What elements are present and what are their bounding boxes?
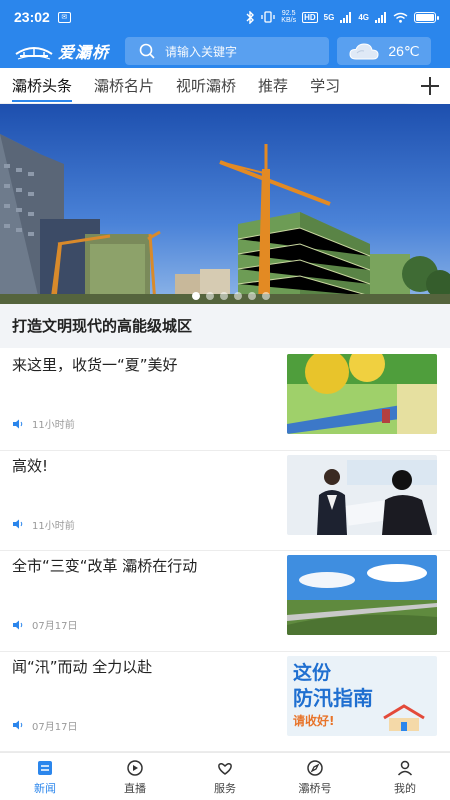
cloud-icon [349,43,379,60]
news-thumbnail [287,555,437,635]
signal-4g-label: 4G [358,12,369,22]
nav-label: 新闻 [34,781,56,795]
news-item[interactable]: 高效! 11小时前 [0,451,450,551]
network-speed: 92.5 KB/s [281,10,296,24]
vibrate-icon [261,11,275,23]
speaker-icon[interactable] [12,519,24,529]
status-icons: 92.5 KB/s HD 5G 4G [245,10,439,24]
news-meta: 11小时前 [12,416,75,431]
tab-bqtt[interactable]: 灞桥头条 [12,68,73,104]
signal-icon-2 [375,11,386,23]
tab-bqmp[interactable]: 灞桥名片 [94,68,154,104]
tab-study[interactable]: 学习 [310,68,340,104]
carousel-dot[interactable] [234,292,242,300]
status-time: 23:02 [14,9,50,25]
carousel-dot[interactable] [192,292,200,300]
nav-label: 我的 [394,781,416,795]
news-meta: 07月17日 [12,617,77,632]
speaker-icon[interactable] [12,419,24,429]
nav-live[interactable]: 直播 [90,753,180,800]
thumb-text-1: 这份 [293,661,332,684]
carousel-dot[interactable] [206,292,214,300]
bottom-nav: 新闻 直播 服务 灞桥号 我的 [0,752,450,800]
search-icon [139,43,155,59]
status-bar: 23:02 ✉ 92.5 KB/s HD 5G 4G [0,0,450,34]
news-time: 07月17日 [32,621,78,632]
battery-icon [414,11,439,23]
app-header: 爱灞桥 请输入关键字 26℃ [0,34,450,68]
news-meta: 07月17日 [12,718,77,733]
news-time: 11小时前 [32,420,75,431]
news-item[interactable]: 全市“三变“改革 灞桥在行动 07月17日 [0,551,450,652]
live-icon [127,759,143,776]
nav-label: 直播 [124,781,146,795]
user-icon [397,760,413,776]
speaker-icon[interactable] [12,720,24,730]
nav-label: 灞桥号 [298,781,332,795]
news-title: 高效! [12,456,49,475]
news-title: 来这里，收货一“夏”美好 [12,356,178,374]
news-thumbnail [287,354,437,434]
news-thumbnail [287,454,437,535]
network-speed-unit: KB/s [281,17,297,24]
network-speed-value: 92.5 [281,10,296,17]
banner-carousel[interactable] [0,104,450,304]
news-time: 11小时前 [32,520,75,532]
thumb-text-2: 防汛指南 [293,685,373,710]
nav-label: 服务 [214,781,236,795]
banner-caption[interactable]: 打造文明现代的高能级城区 [0,304,450,348]
wifi-icon [393,12,408,23]
news-list: 来这里，收货一“夏”美好 11小时前 高效! 11小时前 全市“三变“改革 灞桥… [0,350,450,752]
bridge-logo-icon [15,47,53,60]
hd-badge: HD [302,11,318,23]
nav-service[interactable]: 服务 [180,753,270,800]
search-input[interactable]: 请输入关键字 [125,37,330,65]
bluetooth-icon [246,10,255,24]
app-logo: 爱灞桥 [14,39,109,63]
temperature: 26℃ [388,42,420,59]
speaker-icon[interactable] [12,620,24,630]
carousel-dot[interactable] [220,292,228,300]
signal-5g-label: 5G [323,12,335,22]
nav-bqh[interactable]: 灞桥号 [270,753,360,800]
house-icon [383,703,425,731]
carousel-dot[interactable] [248,292,256,300]
plus-icon[interactable] [418,74,442,98]
news-title: 全市“三变“改革 灞桥在行动 [12,557,198,575]
news-meta: 11小时前 [12,517,75,532]
banner-image [0,104,450,304]
thumb-text-3: 请收好! [293,713,335,728]
news-thumbnail: 这份 防汛指南 请收好! [287,655,437,736]
tab-recommend[interactable]: 推荐 [258,68,288,104]
notification-icon: ✉ [57,11,71,23]
news-icon [38,760,52,775]
search-placeholder: 请输入关键字 [165,44,238,59]
signal-icon [340,11,352,23]
service-icon [218,762,232,775]
weather-widget[interactable]: 26℃ [337,37,432,65]
carousel-dots [192,292,270,300]
news-time: 07月17日 [32,721,78,733]
tab-stbq[interactable]: 视听灞桥 [176,68,236,104]
news-item[interactable]: 闻“汛”而动 全力以赴 07月17日 这份 防汛指南 请收好! [0,652,450,752]
nav-news[interactable]: 新闻 [0,753,90,800]
carousel-dot[interactable] [262,292,270,300]
compass-icon [307,759,323,776]
app-name: 爱灞桥 [58,43,110,62]
news-title: 闻“汛”而动 全力以赴 [12,657,153,676]
news-item[interactable]: 来这里，收货一“夏”美好 11小时前 [0,350,450,451]
channel-tabs: 灞桥头条 灞桥名片 视听灞桥 推荐 学习 [0,68,450,104]
nav-mine[interactable]: 我的 [360,753,450,800]
